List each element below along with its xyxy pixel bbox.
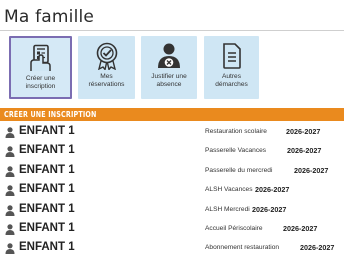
school-year: 2026-2027: [286, 127, 321, 136]
badge-check-icon: [96, 42, 117, 70]
registration-row[interactable]: ENFANT 1 Abonnement restauration 2026-20…: [0, 239, 344, 258]
justify-absence-button[interactable]: Justifier une absence: [141, 36, 197, 99]
child-name: ENFANT 1: [19, 183, 75, 196]
person-icon: [5, 127, 15, 138]
service-name: ALSH Mercredi: [205, 205, 250, 213]
service-name: Accueil Périscolaire: [205, 224, 263, 232]
title-divider: [0, 30, 344, 31]
school-year: 2026-2027: [294, 165, 329, 175]
child-name: ENFANT 1: [19, 144, 75, 157]
justify-absence-label: Justifier une absence: [151, 73, 187, 88]
registration-row[interactable]: ENFANT 1 Passerelle du mercredi 2026-202…: [0, 162, 344, 181]
school-year: 2026-2027: [252, 204, 287, 214]
child-name: ENFANT 1: [19, 241, 75, 254]
registration-row[interactable]: ENFANT 1 Restauration scolaire 2026-2027: [0, 123, 344, 142]
page-title: Ma famille: [4, 7, 95, 27]
person-icon: [5, 165, 15, 177]
service-name: Passerelle Vacances: [205, 147, 267, 155]
other-procedures-button[interactable]: Autres démarches: [204, 36, 259, 99]
school-year: 2026-2027: [283, 223, 318, 233]
create-registration-label: Créer une inscription: [25, 75, 56, 90]
person-icon: [5, 224, 15, 235]
other-procedures-label: Autres démarches: [215, 73, 248, 88]
section-title: CRÉER UNE INSCRIPTION: [4, 110, 97, 119]
service-name: Abonnement restauration: [205, 244, 280, 252]
my-reservations-button[interactable]: Mes réservations: [78, 36, 135, 99]
person-icon: [5, 243, 15, 255]
document-icon: [222, 43, 241, 69]
my-reservations-label: Mes réservations: [88, 73, 125, 88]
child-name: ENFANT 1: [19, 221, 75, 234]
service-name: Restauration scolaire: [205, 128, 267, 135]
user-remove-icon: [158, 43, 180, 68]
registration-row[interactable]: ENFANT 1 ALSH Vacances 2026-2027: [0, 181, 344, 200]
child-name: ENFANT 1: [19, 125, 75, 137]
section-header: CRÉER UNE INSCRIPTION: [0, 108, 344, 121]
service-name: Passerelle du mercredi: [205, 166, 273, 174]
form-hand-icon: [29, 44, 51, 71]
person-icon: [5, 204, 15, 216]
school-year: 2026-2027: [300, 243, 335, 253]
action-tiles: Créer une inscription Mes réservations J…: [9, 36, 344, 101]
person-icon: [5, 146, 15, 158]
create-registration-button[interactable]: Créer une inscription: [9, 36, 72, 99]
person-icon: [5, 185, 15, 197]
registration-list: ENFANT 1 Restauration scolaire 2026-2027…: [0, 123, 344, 259]
registration-row[interactable]: ENFANT 1 Accueil Périscolaire 2026-2027: [0, 220, 344, 239]
school-year: 2026-2027: [255, 185, 290, 195]
school-year: 2026-2027: [287, 146, 322, 156]
registration-row[interactable]: ENFANT 1 Passerelle Vacances 2026-2027: [0, 142, 344, 161]
registration-row[interactable]: ENFANT 1 ALSH Mercredi 2026-2027: [0, 201, 344, 220]
child-name: ENFANT 1: [19, 202, 75, 215]
service-name: ALSH Vacances: [205, 186, 253, 194]
child-name: ENFANT 1: [19, 163, 75, 176]
